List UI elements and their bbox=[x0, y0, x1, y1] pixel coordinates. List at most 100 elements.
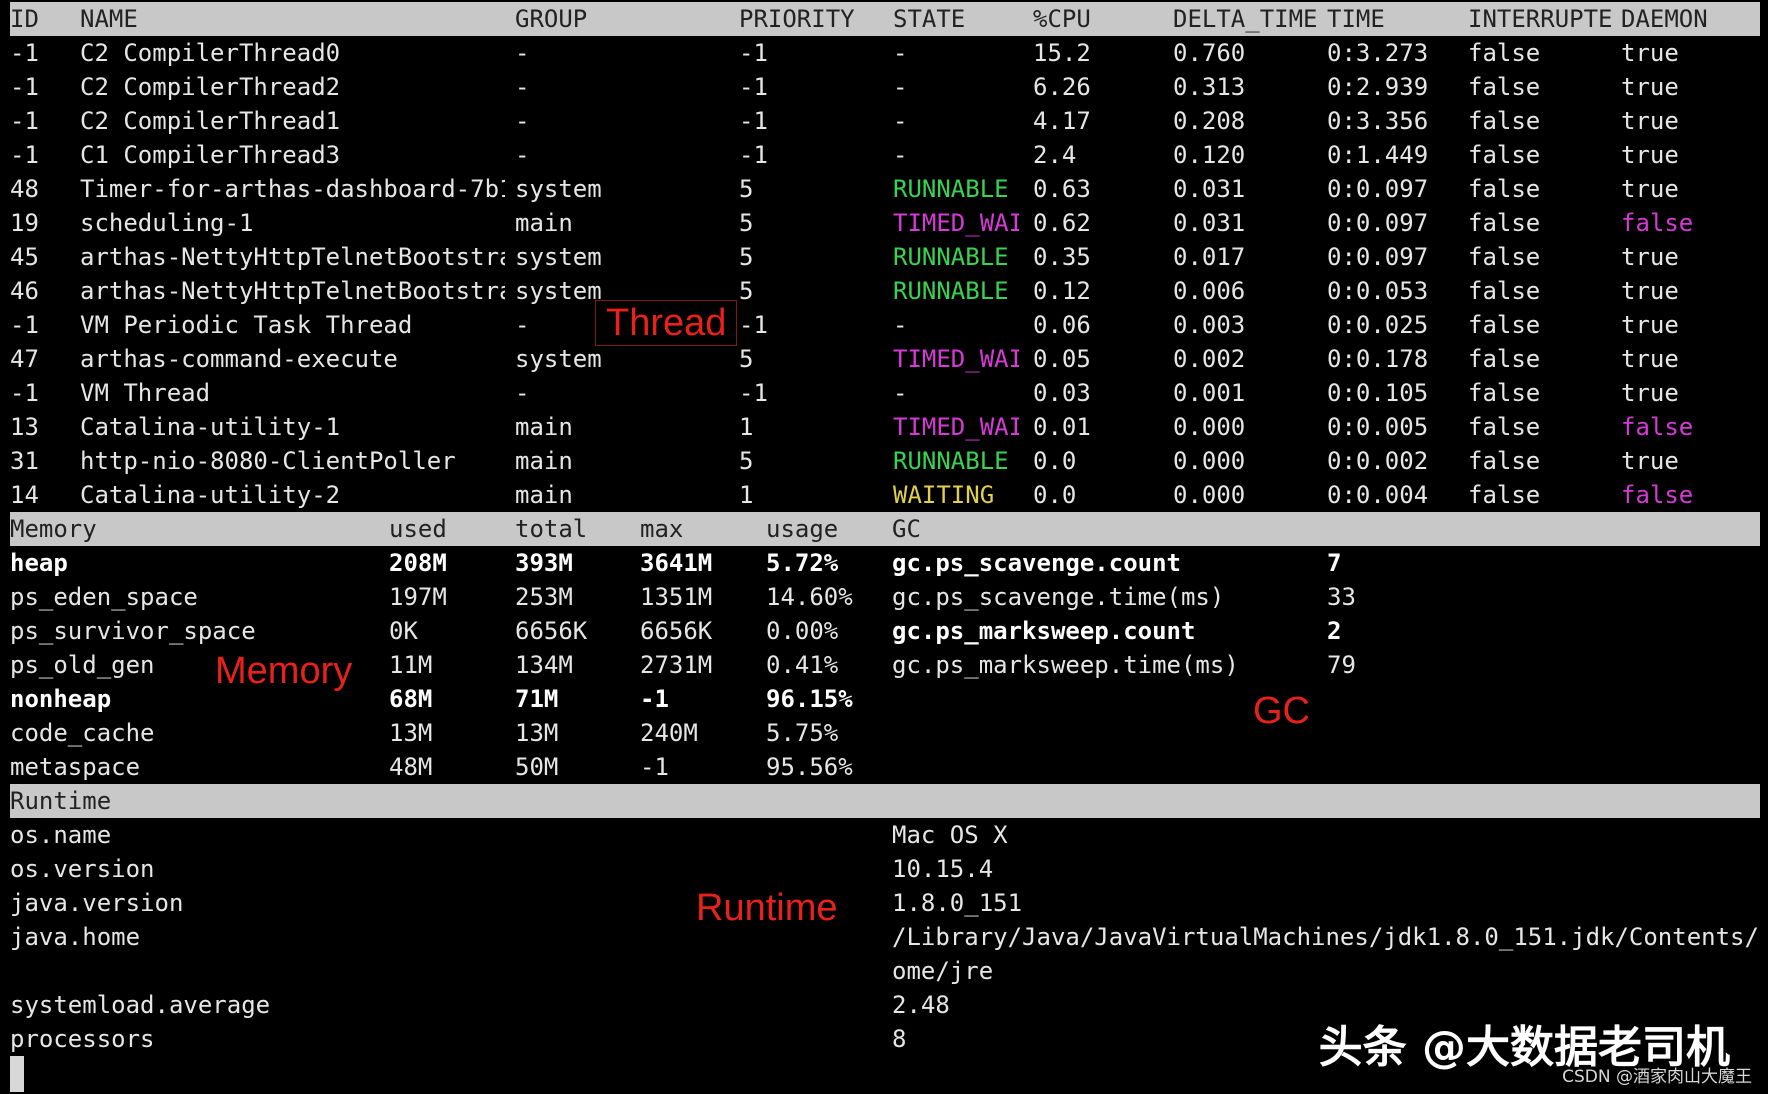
gc-key: gc.ps_scavenge.time(ms) bbox=[892, 583, 1225, 611]
thread-daemon: true bbox=[1621, 73, 1679, 101]
gc-value: 79 bbox=[1327, 651, 1356, 679]
column-header: NAME bbox=[80, 5, 138, 33]
thread-time: 0:0.178 bbox=[1327, 345, 1429, 373]
thread-state: RUNNABLE bbox=[893, 175, 1009, 203]
thread-priority: -1 bbox=[739, 73, 768, 101]
column-header: DELTA_TIME bbox=[1173, 5, 1318, 33]
thread-name: arthas-NettyHttpTelnetBootstra bbox=[80, 277, 505, 305]
memory-used: 11M bbox=[389, 651, 433, 679]
runtime-row: os.name Mac OS X bbox=[0, 818, 1760, 852]
gc-value: 7 bbox=[1327, 549, 1342, 577]
thread-row: -1 VM Periodic Task Thread - -1-0.06 0.003 0:… bbox=[0, 308, 1760, 342]
thread-priority: 1 bbox=[739, 481, 754, 509]
thread-cpu: 0.35 bbox=[1033, 243, 1091, 271]
thread-row: 19 scheduling-1 main 5 TIMED_WAI 0.62 0.031 0:0… bbox=[0, 206, 1760, 240]
thread-cpu: 0.12 bbox=[1033, 277, 1091, 305]
thread-time: 0:0.002 bbox=[1327, 447, 1429, 475]
thread-time: 0:0.025 bbox=[1327, 311, 1429, 339]
thread-cpu: 0.0 bbox=[1033, 447, 1077, 475]
memory-row: ps_eden_space 197M 253M 1351M 14.60% bbox=[0, 580, 1760, 614]
thread-name: arthas-command-execute bbox=[80, 345, 398, 373]
thread-name: VM Thread bbox=[80, 379, 211, 407]
gc-key: gc.ps_marksweep.count bbox=[892, 617, 1196, 645]
thread-cpu: 0.03 bbox=[1033, 379, 1091, 407]
thread-annotation: Thread bbox=[595, 300, 738, 346]
memory-usage: 0.41% bbox=[766, 651, 839, 679]
thread-interrupted: false bbox=[1468, 175, 1541, 203]
thread-id: 46 bbox=[10, 277, 39, 305]
memory-name: ps_survivor_space bbox=[10, 617, 256, 645]
column-header: STATE bbox=[893, 5, 966, 33]
thread-row: -1 C1 CompilerThread3 - -1 - 2.4 0.120 0:1.449 f… bbox=[0, 138, 1760, 172]
runtime-row: java.home/Library/Java/JavaVirtualMachin… bbox=[0, 920, 1760, 954]
thread-row: -1 C2 CompilerThread0 - -1 - 15.2 0.760 0:3.273… bbox=[0, 36, 1760, 70]
thread-state: TIMED_WAI bbox=[893, 345, 1019, 373]
thread-cpu: 0.01 bbox=[1033, 413, 1091, 441]
thread-daemon: true bbox=[1621, 141, 1679, 169]
memory-used: 208M bbox=[389, 549, 447, 577]
runtime-row: os.version 10.15.4 bbox=[0, 852, 1760, 886]
column-header: Memory bbox=[10, 515, 97, 543]
thread-id: 45 bbox=[10, 243, 39, 271]
memory-row: ps_survivor_space 0K 6656K 6656K 0.00% bbox=[0, 614, 1760, 648]
gc-header: GC bbox=[892, 515, 921, 543]
runtime-key: processors bbox=[10, 1025, 155, 1053]
thread-delta: 0.002 bbox=[1173, 345, 1246, 373]
thread-interrupted: false bbox=[1468, 107, 1541, 135]
thread-priority: 5 bbox=[739, 277, 754, 305]
gc-annotation: GC bbox=[1253, 690, 1310, 732]
runtime-value: /Library/Java/JavaVirtualMachines/jdk1.8… bbox=[892, 923, 1760, 951]
memory-max: 1351M bbox=[640, 583, 713, 611]
memory-name: ps_eden_space bbox=[10, 583, 198, 611]
thread-id: -1 bbox=[10, 73, 39, 101]
thread-state: - bbox=[893, 311, 908, 339]
thread-time: 0:0.005 bbox=[1327, 413, 1429, 441]
thread-delta: 0.208 bbox=[1173, 107, 1246, 135]
thread-time: 0:0.097 bbox=[1327, 209, 1429, 237]
column-header: ID bbox=[10, 5, 39, 33]
thread-state: RUNNABLE bbox=[893, 447, 1009, 475]
thread-group: main bbox=[515, 481, 573, 509]
runtime-value: ome/jre bbox=[892, 957, 994, 985]
thread-group: main bbox=[515, 447, 573, 475]
thread-interrupted: false bbox=[1468, 243, 1541, 271]
runtime-row: java.version 1.8.0_151 bbox=[0, 886, 1760, 920]
thread-time: 0:1.449 bbox=[1327, 141, 1429, 169]
gc-row: gc.ps_scavenge.count 7 bbox=[0, 546, 1341, 580]
thread-daemon: false bbox=[1621, 209, 1694, 237]
memory-annotation: Memory bbox=[215, 650, 353, 692]
memory-max: 3641M bbox=[640, 549, 713, 577]
thread-interrupted: false bbox=[1468, 379, 1541, 407]
thread-priority: -1 bbox=[739, 379, 768, 407]
memory-name: heap bbox=[10, 549, 68, 577]
thread-time: 0:0.004 bbox=[1327, 481, 1429, 509]
thread-id: -1 bbox=[10, 107, 39, 135]
thread-group: - bbox=[515, 379, 530, 407]
thread-delta: 0.003 bbox=[1173, 311, 1246, 339]
column-header: Runtime bbox=[10, 787, 112, 815]
column-header: %CPU bbox=[1033, 5, 1091, 33]
thread-delta: 0.006 bbox=[1173, 277, 1246, 305]
thread-row: -1 C2 CompilerThread2 - -1 - 6.26 0.313 0:2.939… bbox=[0, 70, 1760, 104]
runtime-key: java.home bbox=[10, 923, 141, 951]
thread-id: -1 bbox=[10, 311, 39, 339]
thread-daemon: true bbox=[1621, 39, 1679, 67]
thread-priority: 5 bbox=[739, 175, 754, 203]
thread-state: TIMED_WAI bbox=[893, 209, 1019, 237]
thread-cpu: 0.06 bbox=[1033, 311, 1091, 339]
memory-max: 240M bbox=[640, 719, 698, 747]
thread-interrupted: false bbox=[1468, 481, 1541, 509]
thread-time: 0:2.939 bbox=[1327, 73, 1429, 101]
thread-priority: 5 bbox=[739, 243, 754, 271]
column-header: total bbox=[515, 515, 588, 543]
memory-total: 253M bbox=[515, 583, 573, 611]
thread-name: C2 CompilerThread1 bbox=[80, 107, 341, 135]
thread-id: 31 bbox=[10, 447, 39, 475]
memory-used: 68M bbox=[389, 685, 433, 713]
gc-key: gc.ps_scavenge.count bbox=[892, 549, 1181, 577]
gc-row: gc.ps_marksweep.count 2 bbox=[0, 614, 1341, 648]
column-header: usage bbox=[766, 515, 839, 543]
runtime-value: 1.8.0_151 bbox=[892, 889, 1023, 917]
thread-group: - bbox=[515, 141, 530, 169]
thread-name: VM Periodic Task Thread bbox=[80, 311, 413, 339]
